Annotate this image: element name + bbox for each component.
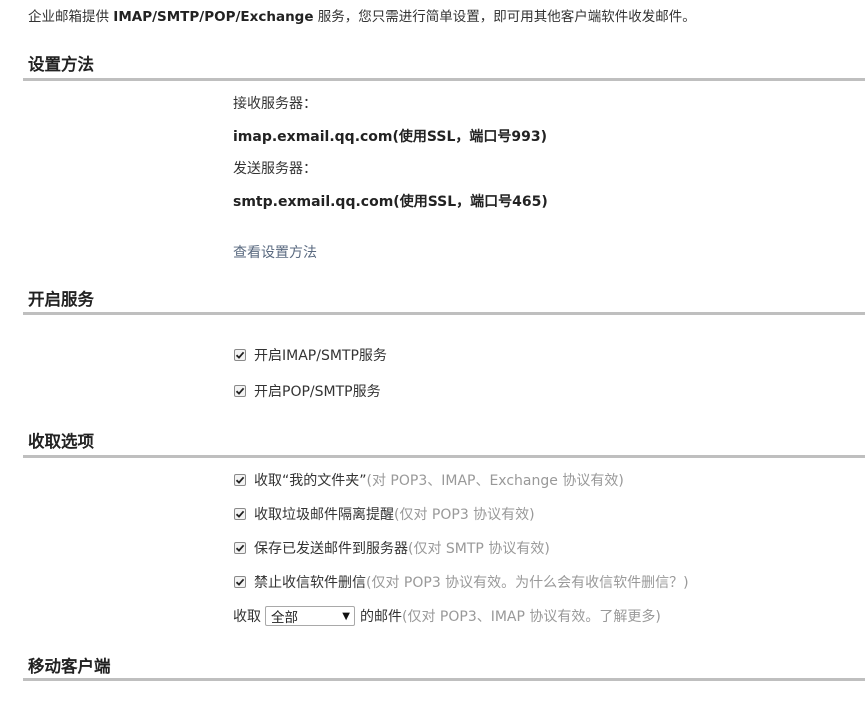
save-sent-checkbox[interactable] xyxy=(234,542,246,554)
fetch-range-selected: 全部 xyxy=(271,610,298,626)
fetch-option-row[interactable]: 保存已发送邮件到服务器 (仅对 SMTP 协议有效) xyxy=(233,538,550,558)
view-settings-link[interactable]: 查看设置方法 xyxy=(233,242,317,262)
section-divider xyxy=(23,678,865,681)
check-icon xyxy=(235,510,245,518)
prevent-delete-note: (仅对 POP3 协议有效。为什么会有收信软件删信？) xyxy=(366,575,689,591)
fetch-range-note: (仅对 POP3、IMAP 协议有效。了解更多) xyxy=(402,609,661,625)
fetch-spam-label: 收取垃圾邮件隔离提醒 xyxy=(254,507,394,523)
section-title-fetch: 收取选项 xyxy=(28,432,94,451)
service-pop-row[interactable]: 开启POP/SMTP服务 xyxy=(233,381,381,401)
fetch-folders-label: 收取“我的文件夹” xyxy=(254,473,367,489)
mail-client-settings-page: 企业邮箱提供 IMAP/SMTP/POP/Exchange 服务，您只需进行简单… xyxy=(0,0,865,726)
save-sent-note: (仅对 SMTP 协议有效) xyxy=(408,541,550,557)
section-title-settings: 设置方法 xyxy=(28,55,94,74)
section-divider xyxy=(23,455,865,458)
fetch-range-row: 收取 全部 ▼ 的邮件 (仅对 POP3、IMAP 协议有效。了解更多) xyxy=(233,606,661,626)
intro-protocols: IMAP/SMTP/POP/Exchange xyxy=(113,9,314,25)
incoming-server-label: 接收服务器： xyxy=(233,96,317,112)
check-icon xyxy=(235,544,245,552)
section-divider xyxy=(23,78,865,81)
service-pop-label: 开启POP/SMTP服务 xyxy=(254,384,381,400)
chevron-down-icon: ▼ xyxy=(342,610,350,622)
incoming-server-value: imap.exmail.qq.com(使用SSL，端口号993) xyxy=(233,129,547,145)
outgoing-server-label: 发送服务器： xyxy=(233,161,317,177)
fetch-spam-note: (仅对 POP3 协议有效) xyxy=(394,507,535,523)
service-imap-row[interactable]: 开启IMAP/SMTP服务 xyxy=(233,345,387,365)
intro-suffix: 服务，您只需进行简单设置，即可用其他客户端软件收发邮件。 xyxy=(313,9,696,25)
service-imap-label: 开启IMAP/SMTP服务 xyxy=(254,348,387,364)
prevent-delete-label: 禁止收信软件删信 xyxy=(254,575,366,591)
fetch-range-prefix: 收取 xyxy=(233,609,261,625)
fetch-spam-checkbox[interactable] xyxy=(234,508,246,520)
check-icon xyxy=(235,578,245,586)
fetch-folders-note: (对 POP3、IMAP、Exchange 协议有效) xyxy=(366,473,624,489)
section-title-services: 开启服务 xyxy=(28,290,94,309)
intro-prefix: 企业邮箱提供 xyxy=(28,9,114,25)
prevent-delete-checkbox[interactable] xyxy=(234,576,246,588)
intro-text: 企业邮箱提供 IMAP/SMTP/POP/Exchange 服务，您只需进行简单… xyxy=(28,5,696,25)
check-icon xyxy=(235,387,245,395)
fetch-option-row[interactable]: 收取垃圾邮件隔离提醒 (仅对 POP3 协议有效) xyxy=(233,504,535,524)
outgoing-server-value: smtp.exmail.qq.com(使用SSL，端口号465) xyxy=(233,194,548,210)
section-title-mobile: 移动客户端 xyxy=(28,657,111,676)
fetch-folders-checkbox[interactable] xyxy=(234,474,246,486)
fetch-option-row[interactable]: 收取“我的文件夹” (对 POP3、IMAP、Exchange 协议有效) xyxy=(233,470,624,490)
fetch-option-row[interactable]: 禁止收信软件删信 (仅对 POP3 协议有效。为什么会有收信软件删信？) xyxy=(233,572,689,592)
fetch-range-select[interactable]: 全部 ▼ xyxy=(265,606,355,626)
fetch-range-suffix: 的邮件 xyxy=(360,609,402,625)
service-pop-checkbox[interactable] xyxy=(234,385,246,397)
section-divider xyxy=(23,312,865,315)
check-icon xyxy=(235,476,245,484)
save-sent-label: 保存已发送邮件到服务器 xyxy=(254,541,408,557)
check-icon xyxy=(235,351,245,359)
service-imap-checkbox[interactable] xyxy=(234,349,246,361)
